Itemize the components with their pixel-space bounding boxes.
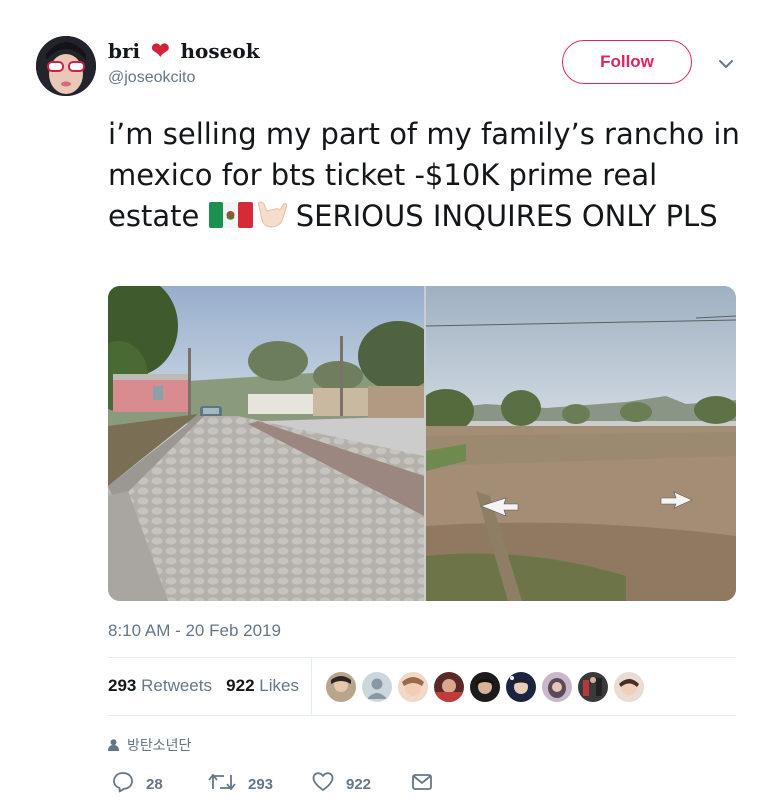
tweet-photos[interactable] [108,286,736,601]
likes-stat[interactable]: 922 Likes [226,676,299,695]
user-handle[interactable]: @joseokcito [108,69,195,87]
call-me-hand-icon [253,196,288,241]
heart-icon: ❤ [151,38,170,64]
display-name[interactable]: bri ❤ hoseok [108,38,260,64]
like-button[interactable]: 922 [312,772,371,796]
liker-avatar[interactable] [614,672,644,702]
reply-button[interactable]: 28 [112,772,163,796]
liker-avatar[interactable] [362,672,392,702]
tweet-text: i’m selling my part of my family’s ranch… [108,114,748,241]
liker-avatar[interactable] [470,672,500,702]
chevron-down-icon[interactable] [717,57,735,71]
retweet-button[interactable]: 293 [208,772,273,796]
retweets-label: Retweets [141,676,212,695]
person-icon [108,739,119,755]
envelope-icon [411,772,445,796]
mexico-flag-icon [208,200,253,241]
photo-field[interactable] [418,286,736,601]
display-name-first: bri [108,39,141,63]
liker-avatar[interactable] [542,672,572,702]
tweet-stats: 293 Retweets 922 Likes [108,676,299,696]
avatar[interactable] [36,36,96,96]
retweet-icon [208,771,248,797]
divider [108,657,736,658]
likes-label: Likes [259,676,299,695]
reply-icon [112,771,146,797]
reply-count: 28 [146,775,163,793]
direct-message-button[interactable] [411,772,445,796]
display-name-last: hoseok [180,39,260,63]
liker-avatar[interactable] [326,672,356,702]
tweet-source-label: 방탄소년단 [127,738,192,754]
photo-street[interactable] [108,286,438,601]
tweet-text-part-2: SERIOUS INQUIRES ONLY PLS [286,199,718,233]
retweet-count: 293 [248,775,274,793]
liker-avatar[interactable] [506,672,536,702]
liker-avatar[interactable] [398,672,428,702]
like-count: 922 [346,775,372,793]
likes-count: 922 [226,676,255,695]
tweet-source[interactable]: 방탄소년단 [108,735,191,755]
liker-avatar[interactable] [434,672,464,702]
follow-button[interactable]: Follow [562,40,692,84]
divider [108,715,736,716]
retweets-stat[interactable]: 293 Retweets [108,676,212,695]
liker-avatar[interactable] [578,672,608,702]
retweets-count: 293 [108,676,137,695]
like-heart-icon [312,771,346,797]
stats-separator [311,658,312,715]
tweet-timestamp[interactable]: 8:10 AM - 20 Feb 2019 [108,621,281,641]
